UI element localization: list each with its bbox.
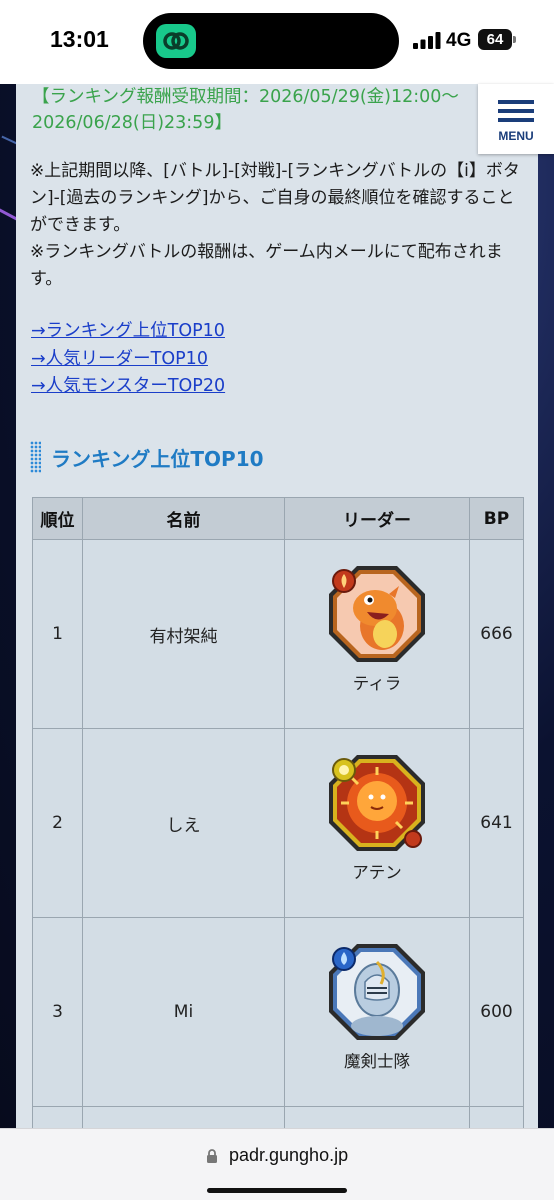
bp-cell: [469, 1106, 524, 1128]
link-popular-monster-top20[interactable]: →人気モンスターTOP20: [31, 373, 225, 401]
table-header-row: 順位 名前 リーダー BP: [32, 497, 524, 540]
player-name-cell: しえ: [82, 728, 285, 918]
battery-cap: [513, 36, 516, 43]
table-row: [32, 1106, 524, 1128]
leader-cell: 魔剣士隊: [284, 917, 470, 1107]
rank-cell: [32, 1106, 83, 1128]
bp-cell: 641: [469, 728, 524, 918]
app-activity-icon[interactable]: [156, 24, 196, 58]
hamburger-icon: [498, 95, 534, 127]
leader-cell: [284, 1106, 470, 1128]
section-title: ランキング上位TOP10: [51, 446, 264, 471]
header-bp: BP: [469, 497, 524, 540]
section-heading: ランキング上位TOP10: [30, 439, 264, 475]
link-popular-leader-top10[interactable]: →人気リーダーTOP10: [31, 346, 225, 374]
tyrra-monster-icon[interactable]: [327, 564, 427, 664]
link-ranking-top10[interactable]: →ランキング上位TOP10: [31, 318, 225, 346]
leader-cell: ティラ: [284, 539, 470, 729]
status-time: 13:01: [50, 26, 109, 52]
rank-cell: 1: [32, 539, 83, 729]
notes: ※上記期間以降、[バトル]-[対戦]-[ランキングバトルの【i】ボタン]-[過去…: [30, 158, 524, 293]
aten-monster-icon[interactable]: [327, 753, 427, 853]
battery-icon: 64: [478, 29, 512, 50]
anchor-links: →ランキング上位TOP10 →人気リーダーTOP10 →人気モンスターTOP20: [31, 318, 225, 401]
signal-icon: [413, 32, 441, 49]
network-type: 4G: [446, 30, 472, 51]
bp-cell: 600: [469, 917, 524, 1107]
url-text: padr.gungho.jp: [228, 1145, 349, 1165]
menu-button[interactable]: MENU: [478, 84, 554, 154]
player-name-cell: [82, 1106, 285, 1128]
note-final-rank: ※上記期間以降、[バトル]-[対戦]-[ランキングバトルの【i】ボタン]-[過去…: [30, 161, 520, 235]
content-panel: 【ランキング報酬受取期間：2026/05/29(金)12:00～2026/06/…: [16, 84, 538, 1128]
rank-cell: 3: [32, 917, 83, 1107]
bp-cell: 666: [469, 539, 524, 729]
header-name: 名前: [82, 497, 285, 540]
ranking-table: 順位 名前 リーダー BP 1 有村架純 ティラ 666 2 しえ アテン 64…: [32, 497, 524, 1128]
battery-level: 64: [486, 31, 504, 48]
menu-label: MENU: [498, 129, 534, 143]
rank-cell: 2: [32, 728, 83, 918]
header-rank: 順位: [32, 497, 83, 540]
dynamic-island: [143, 13, 399, 69]
leader-name: アテン: [352, 863, 402, 882]
leader-cell: アテン: [284, 728, 470, 918]
note-reward-distribution: ※ランキングバトルの報酬は、ゲーム内メールにて配布されます。: [30, 242, 503, 289]
section-marker-icon: [30, 441, 41, 473]
leader-name: ティラ: [352, 674, 402, 693]
table-row: 3 Mi 魔剣士隊 600: [32, 917, 524, 1107]
home-indicator[interactable]: [207, 1188, 347, 1193]
status-bar: 13:01 4G 64: [0, 0, 554, 84]
table-row: 2 しえ アテン 641: [32, 728, 524, 918]
knight-squad-monster-icon[interactable]: [327, 942, 427, 1042]
leader-name: 魔剣士隊: [344, 1052, 410, 1071]
player-name-cell: Mi: [82, 917, 285, 1107]
player-name-cell: 有村架純: [82, 539, 285, 729]
url-display: padr.gungho.jp: [0, 1145, 554, 1166]
lock-icon: [206, 1148, 217, 1163]
table-row: 1 有村架純 ティラ 666: [32, 539, 524, 729]
reward-period-text: 【ランキング報酬受取期間：2026/05/29(金)12:00～2026/06/…: [32, 87, 459, 133]
header-leader: リーダー: [284, 497, 470, 540]
